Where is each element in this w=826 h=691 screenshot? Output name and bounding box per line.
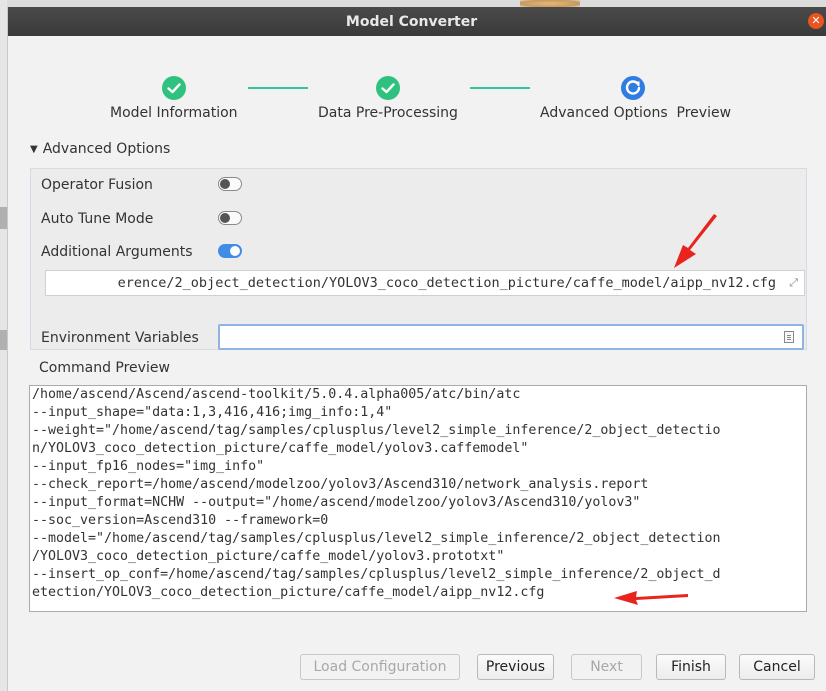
command-line: --weight="/home/ascend/tag/samples/cplus… — [32, 423, 721, 438]
toggle-knob — [220, 179, 230, 189]
model-converter-dialog: Model Converter ✕ Model Information Data… — [7, 7, 826, 691]
command-line: n/YOLOV3_coco_detection_picture/caffe_mo… — [32, 441, 529, 456]
step-connector — [470, 87, 530, 89]
check-circle-icon — [162, 76, 186, 100]
next-button[interactable]: Next — [571, 654, 642, 680]
in-progress-icon — [621, 76, 645, 100]
command-line: --input_format=NCHW --output="/home/asce… — [32, 495, 641, 510]
step-label-advanced-options-preview: Advanced Options Preview — [540, 105, 732, 121]
operator-fusion-toggle[interactable] — [218, 177, 242, 191]
additional-arguments-label: Additional Arguments — [41, 244, 193, 260]
background-mark — [0, 330, 7, 350]
command-line: etection/YOLOV3_coco_detection_picture/c… — [32, 585, 545, 600]
additional-arguments-value: erence/2_object_detection/YOLOV3_coco_de… — [117, 275, 776, 291]
advanced-options-title: Advanced Options — [42, 141, 171, 157]
triangle-down-icon: ▼ — [30, 144, 38, 155]
command-preview-label: Command Preview — [39, 360, 170, 376]
step-label-model-information: Model Information — [110, 105, 238, 121]
wizard-steps: Model Information Data Pre-Processing Ad… — [8, 36, 826, 136]
advanced-options-panel: Operator Fusion Auto Tune Mode Additiona… — [30, 168, 807, 350]
title-bar[interactable]: Model Converter ✕ — [8, 7, 826, 36]
additional-arguments-toggle[interactable] — [218, 244, 242, 258]
load-configuration-button[interactable]: Load Configuration — [300, 654, 460, 680]
command-line: --input_fp16_nodes="img_info" — [32, 459, 265, 474]
command-line: --check_report=/home/ascend/modelzoo/yol… — [32, 477, 649, 492]
document-icon[interactable] — [784, 331, 794, 343]
auto-tune-toggle[interactable] — [218, 211, 242, 225]
auto-tune-label: Auto Tune Mode — [41, 211, 154, 227]
command-preview-textarea[interactable]: /home/ascend/Ascend/ascend-toolkit/5.0.4… — [29, 385, 807, 612]
window-title: Model Converter — [345, 13, 478, 30]
command-line: --input_shape="data:1,3,416,416;img_info… — [32, 405, 393, 420]
close-icon[interactable]: ✕ — [808, 13, 824, 29]
step-label-data-pre-processing: Data Pre-Processing — [318, 105, 458, 121]
command-line: /YOLOV3_coco_detection_picture/caffe_mod… — [32, 549, 505, 564]
background-mark — [0, 207, 7, 229]
operator-fusion-label: Operator Fusion — [41, 177, 153, 193]
previous-button[interactable]: Previous — [477, 654, 554, 680]
step-connector — [248, 87, 308, 89]
toggle-knob — [220, 213, 230, 223]
expand-icon[interactable]: ⤢ — [789, 271, 798, 295]
background-photo — [520, 0, 580, 7]
command-line: --soc_version=Ascend310 --framework=0 — [32, 513, 329, 528]
check-circle-icon — [376, 76, 400, 100]
advanced-options-header[interactable]: ▼ Advanced Options — [30, 141, 170, 157]
environment-variables-label: Environment Variables — [41, 330, 199, 346]
command-line: --model="/home/ascend/tag/samples/cplusp… — [32, 531, 721, 546]
toggle-knob — [230, 246, 240, 256]
background-left-strip — [0, 0, 7, 691]
finish-button[interactable]: Finish — [656, 654, 726, 680]
cancel-button[interactable]: Cancel — [739, 654, 815, 680]
additional-arguments-input[interactable]: erence/2_object_detection/YOLOV3_coco_de… — [45, 270, 805, 296]
environment-variables-input[interactable] — [218, 324, 804, 350]
command-line: /home/ascend/Ascend/ascend-toolkit/5.0.4… — [32, 387, 521, 402]
command-line: --insert_op_conf=/home/ascend/tag/sample… — [32, 567, 721, 582]
